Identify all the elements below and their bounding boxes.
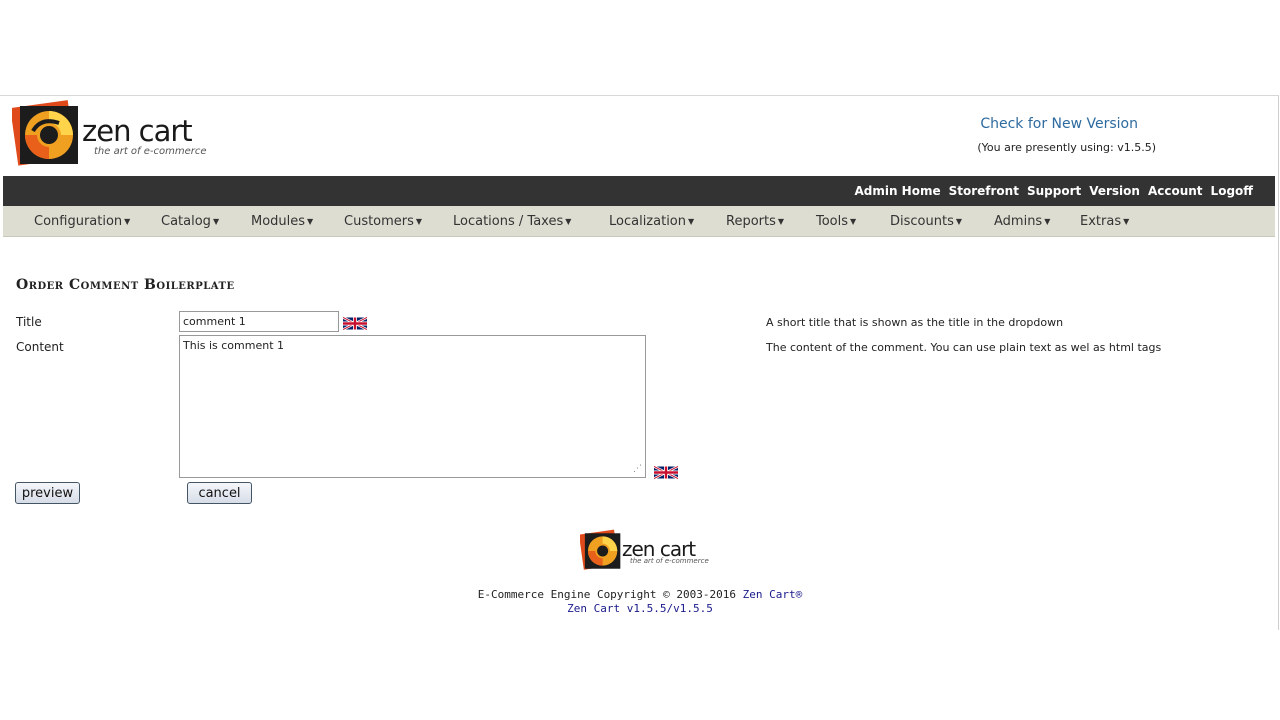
footer-logo[interactable]: zen cart the art of e-commerce	[580, 529, 710, 574]
menu-tools[interactable]: Tools ▼	[816, 206, 856, 237]
zen-cart-logo-icon	[580, 529, 621, 570]
current-version-note: (You are presently using: v1.5.5)	[977, 141, 1156, 154]
menu-customers[interactable]: Customers ▼	[344, 206, 422, 237]
menu-localization[interactable]: Localization ▼	[609, 206, 694, 237]
menu-configuration[interactable]: Configuration ▼	[34, 206, 130, 237]
admin-top-bar: Admin Home Storefront Support Version Ac…	[3, 176, 1275, 206]
menu-admins-label: Admins	[994, 214, 1043, 229]
content-help-text: The content of the comment. You can use …	[766, 341, 1162, 354]
main-menu: Configuration ▼ Catalog ▼ Modules ▼ Custome…	[3, 206, 1275, 237]
logo-tagline: the art of e-commerce	[94, 146, 207, 157]
content-label: Content	[16, 340, 64, 354]
logoff-link[interactable]: Logoff	[1211, 184, 1253, 198]
menu-modules-label: Modules	[251, 214, 306, 229]
uk-flag-icon	[343, 316, 367, 331]
zen-cart-logo[interactable]: zen cart the art of e-commerce	[12, 100, 212, 170]
menu-locations-taxes-label: Locations / Taxes	[453, 214, 564, 229]
account-link[interactable]: Account	[1148, 184, 1203, 198]
version-link[interactable]: Version	[1089, 184, 1140, 198]
menu-reports-label: Reports	[726, 214, 776, 229]
caret-down-icon: ▼	[688, 217, 695, 226]
preview-button[interactable]: preview	[15, 482, 80, 504]
caret-down-icon: ▼	[1123, 217, 1130, 226]
menu-tools-label: Tools	[816, 214, 849, 229]
caret-down-icon: ▼	[955, 217, 963, 226]
cancel-button[interactable]: cancel	[187, 482, 252, 504]
content-textarea[interactable]: This is comment 1	[179, 335, 646, 478]
menu-extras[interactable]: Extras ▼	[1080, 206, 1129, 237]
title-help-text: A short title that is shown as the title…	[766, 316, 1064, 329]
resize-grip-icon[interactable]: ⋰	[633, 465, 642, 474]
menu-admins[interactable]: Admins ▼	[994, 206, 1050, 237]
menu-discounts[interactable]: Discounts ▼	[890, 206, 962, 237]
menu-discounts-label: Discounts	[890, 214, 954, 229]
menu-configuration-label: Configuration	[34, 214, 123, 229]
caret-down-icon: ▼	[212, 217, 220, 226]
copyright-text: E-Commerce Engine Copyright © 2003-2016	[477, 588, 737, 601]
admin-top-links: Admin Home Storefront Support Version Ac…	[854, 176, 1253, 206]
footer-version-link[interactable]: Zen Cart v1.5.5/v1.5.5	[567, 602, 713, 615]
menu-catalog[interactable]: Catalog ▼	[161, 206, 219, 237]
menu-catalog-label: Catalog	[161, 214, 211, 229]
logo-wordmark: zen cart	[82, 114, 193, 148]
menu-reports[interactable]: Reports ▼	[726, 206, 784, 237]
caret-down-icon: ▼	[415, 217, 423, 226]
menu-extras-label: Extras	[1080, 214, 1122, 229]
support-link[interactable]: Support	[1027, 184, 1081, 198]
menu-customers-label: Customers	[344, 214, 414, 229]
title-label: Title	[16, 315, 42, 329]
title-input[interactable]	[179, 311, 339, 332]
footer-version: Zen Cart v1.5.5/v1.5.5	[0, 602, 1280, 615]
menu-modules[interactable]: Modules ▼	[251, 206, 313, 237]
page-title: Order Comment Boilerplate	[16, 277, 235, 293]
menu-locations-taxes[interactable]: Locations / Taxes ▼	[453, 206, 571, 237]
uk-flag-icon	[654, 465, 678, 480]
zen-cart-link[interactable]: Zen Cart®	[743, 588, 803, 601]
caret-down-icon: ▼	[850, 217, 857, 226]
menu-localization-label: Localization	[609, 214, 686, 229]
check-new-version-link[interactable]: Check for New Version	[980, 116, 1138, 132]
header: zen cart the art of e-commerce Check for…	[0, 96, 1280, 176]
admin-home-link[interactable]: Admin Home	[854, 184, 940, 198]
zen-cart-logo-icon	[12, 100, 78, 166]
caret-down-icon: ▼	[124, 217, 131, 226]
storefront-link[interactable]: Storefront	[949, 184, 1019, 198]
caret-down-icon: ▼	[565, 217, 572, 226]
caret-down-icon: ▼	[1044, 217, 1051, 226]
caret-down-icon: ▼	[777, 217, 785, 226]
footer-logo-tagline: the art of e-commerce	[630, 557, 709, 565]
caret-down-icon: ▼	[307, 217, 314, 226]
footer-copyright: E-Commerce Engine Copyright © 2003-2016 …	[0, 588, 1280, 601]
